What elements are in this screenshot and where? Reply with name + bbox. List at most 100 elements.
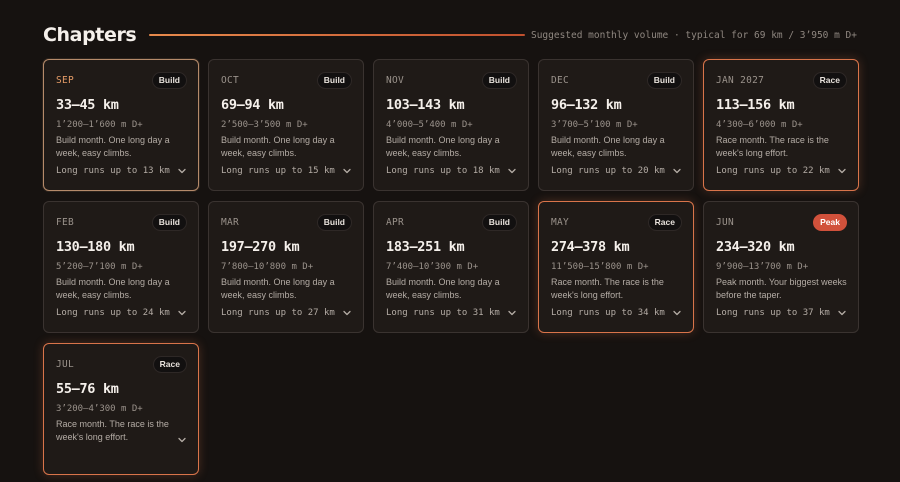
elevation-range: 2’500–3’500 m D+	[221, 120, 308, 130]
elevation-range: 7’400–10’300 m D+	[386, 262, 479, 272]
phase-description: Peak month. Your biggest weeks before th…	[716, 277, 847, 300]
card-footer: Long runs up to 20 km	[551, 166, 682, 176]
chapter-card-jan-2027[interactable]: JAN 2027 Race 113–156 km 4’300–6’000 m D…	[703, 59, 859, 191]
phase-description: Build month. One long day a week, easy c…	[386, 277, 500, 300]
chapter-card-feb[interactable]: FEB Build 130–180 km 5’200–7’100 m D+ Bu…	[43, 201, 199, 333]
elevation-range: 3’200–4’300 m D+	[56, 404, 143, 414]
chevron-down-icon[interactable]	[837, 308, 847, 318]
card-month: DEC	[551, 74, 570, 86]
card-top: FEB Build	[56, 213, 187, 231]
volume-range: 33–45 km	[56, 97, 119, 113]
elevation-range: 4’300–6’000 m D+	[716, 120, 803, 130]
phase-badge: Build	[481, 213, 517, 231]
card-top: JUL Race	[56, 355, 187, 373]
phase-description: Race month. The race is the week's long …	[716, 135, 829, 158]
long-run-text: Long runs up to 20 km	[551, 166, 665, 176]
chevron-down-icon[interactable]	[177, 435, 187, 445]
chapter-card-mar[interactable]: MAR Build 197–270 km 7’800–10’800 m D+ B…	[208, 201, 364, 333]
phase-badge: Build	[151, 213, 187, 231]
volume-range: 183–251 km	[386, 239, 465, 255]
card-month: SEP	[56, 74, 75, 86]
phase-description: Build month. One long day a week, easy c…	[56, 277, 170, 300]
volume-range: 197–270 km	[221, 239, 300, 255]
card-footer: Long runs up to 37 km	[716, 308, 847, 318]
phase-description: Build month. One long day a week, easy c…	[551, 135, 665, 158]
card-top: OCT Build	[221, 71, 352, 89]
card-top: APR Build	[386, 213, 517, 231]
phase-description: Build month. One long day a week, easy c…	[56, 135, 170, 158]
phase-badge: Race	[152, 355, 187, 373]
card-month: NOV	[386, 74, 405, 86]
elevation-range: 1’200–1’600 m D+	[56, 120, 143, 130]
card-month: OCT	[221, 74, 240, 86]
card-top: SEP Build	[56, 71, 187, 89]
card-month: JUL	[56, 358, 75, 370]
volume-range: 103–143 km	[386, 97, 465, 113]
chevron-down-icon[interactable]	[507, 308, 517, 318]
card-footer: Long runs up to 18 km	[386, 166, 517, 176]
phase-badge: Build	[151, 71, 187, 89]
page-title: Chapters	[43, 24, 137, 46]
card-footer: Long runs up to 34 km	[551, 308, 682, 318]
phase-badge: Race	[647, 213, 682, 231]
title-accent-line	[149, 34, 526, 36]
chapter-card-dec[interactable]: DEC Build 96–132 km 3’700–5’100 m D+ Bui…	[538, 59, 694, 191]
volume-range: 55–76 km	[56, 381, 119, 397]
chapter-card-jul[interactable]: JUL Race 55–76 km 3’200–4’300 m D+ Race …	[43, 343, 199, 475]
card-month: MAR	[221, 216, 240, 228]
card-footer: Long runs up to 15 km	[221, 166, 352, 176]
elevation-range: 5’200–7’100 m D+	[56, 262, 143, 272]
peak-badge: Peak	[813, 213, 847, 231]
card-month: FEB	[56, 216, 75, 228]
chapters-grid: SEP Build 33–45 km 1’200–1’600 m D+ Buil…	[43, 59, 859, 475]
volume-range: 130–180 km	[56, 239, 135, 255]
phase-description: Build month. One long day a week, easy c…	[221, 277, 335, 300]
volume-range: 234–320 km	[716, 239, 795, 255]
card-footer: Long runs up to 24 km	[56, 308, 187, 318]
card-month: JAN 2027	[716, 74, 765, 86]
long-run-text: Long runs up to 34 km	[551, 308, 665, 318]
card-top: MAY Race	[551, 213, 682, 231]
chapter-card-apr[interactable]: APR Build 183–251 km 7’400–10’300 m D+ B…	[373, 201, 529, 333]
long-run-text: Long runs up to 27 km	[221, 308, 335, 318]
long-run-text: Long runs up to 22 km	[716, 166, 830, 176]
long-run-text: Long runs up to 37 km	[716, 308, 830, 318]
long-run-text: Long runs up to 24 km	[56, 308, 170, 318]
card-footer: Long runs up to 13 km	[56, 166, 187, 176]
phase-badge: Race	[812, 71, 847, 89]
volume-range: 69–94 km	[221, 97, 284, 113]
chevron-down-icon[interactable]	[672, 308, 682, 318]
phase-badge: Build	[646, 71, 682, 89]
card-footer: Long runs up to 31 km	[386, 308, 517, 318]
elevation-range: 11’500–15’800 m D+	[551, 262, 649, 272]
phase-badge: Build	[316, 213, 352, 231]
long-run-text: Long runs up to 31 km	[386, 308, 500, 318]
chevron-down-icon[interactable]	[672, 166, 682, 176]
chapters-header: Chapters Suggested monthly volume · typi…	[43, 22, 857, 48]
elevation-range: 3’700–5’100 m D+	[551, 120, 638, 130]
elevation-range: 9’900–13’700 m D+	[716, 262, 809, 272]
card-footer: Long runs up to 22 km	[716, 166, 847, 176]
card-month: JUN	[716, 216, 735, 228]
card-top: JAN 2027 Race	[716, 71, 847, 89]
card-top: MAR Build	[221, 213, 352, 231]
card-month: APR	[386, 216, 405, 228]
chapter-card-may[interactable]: MAY Race 274–378 km 11’500–15’800 m D+ R…	[538, 201, 694, 333]
chapter-card-nov[interactable]: NOV Build 103–143 km 4’000–5’400 m D+ Bu…	[373, 59, 529, 191]
chevron-down-icon[interactable]	[342, 166, 352, 176]
phase-badge: Build	[481, 71, 517, 89]
phase-badge: Build	[316, 71, 352, 89]
chapter-card-oct[interactable]: OCT Build 69–94 km 2’500–3’500 m D+ Buil…	[208, 59, 364, 191]
long-run-text: Long runs up to 13 km	[56, 166, 170, 176]
chevron-down-icon[interactable]	[342, 308, 352, 318]
card-top: NOV Build	[386, 71, 517, 89]
long-run-text: Long runs up to 18 km	[386, 166, 500, 176]
chevron-down-icon[interactable]	[177, 166, 187, 176]
chapter-card-sep[interactable]: SEP Build 33–45 km 1’200–1’600 m D+ Buil…	[43, 59, 199, 191]
chapter-card-jun[interactable]: JUN Peak 234–320 km 9’900–13’700 m D+ Pe…	[703, 201, 859, 333]
chevron-down-icon[interactable]	[177, 308, 187, 318]
chevron-down-icon[interactable]	[507, 166, 517, 176]
chevron-down-icon[interactable]	[837, 166, 847, 176]
card-top: DEC Build	[551, 71, 682, 89]
phase-description: Build month. One long day a week, easy c…	[386, 135, 500, 158]
